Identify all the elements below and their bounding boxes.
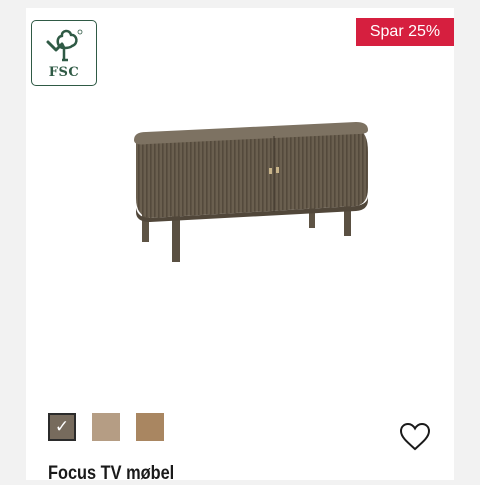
fsc-tree-icon — [46, 29, 83, 62]
fsc-certification-badge: FSC — [31, 20, 97, 86]
discount-badge: Spar 25% — [356, 18, 454, 46]
fsc-label: FSC — [48, 65, 80, 80]
swatch-light-oak[interactable] — [92, 413, 120, 441]
check-icon: ✓ — [54, 416, 70, 437]
product-title: Focus TV møbel — [48, 463, 175, 484]
swatch-dark-oak[interactable]: ✓ — [48, 413, 76, 441]
tv-cabinet-image[interactable] — [106, 118, 376, 278]
product-card[interactable]: FSC Spar 25% ✓ Focus TV møbel — [26, 8, 454, 484]
color-swatches: ✓ — [48, 413, 164, 441]
swatch-natural-oak[interactable] — [136, 413, 164, 441]
heart-icon[interactable] — [399, 422, 431, 452]
